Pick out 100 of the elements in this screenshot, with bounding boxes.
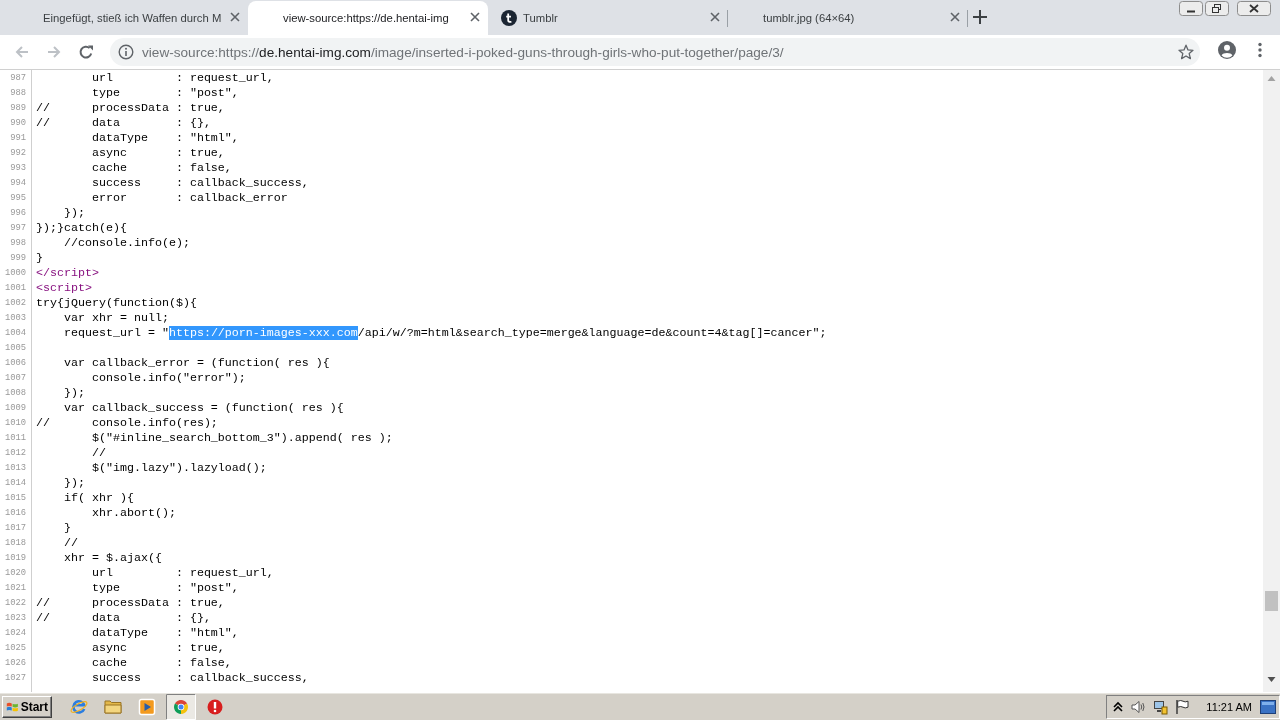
- line-number: 1011: [3, 432, 27, 445]
- code-line: success : callback_success,: [90, 176, 309, 191]
- vertical-scrollbar[interactable]: [1263, 70, 1280, 692]
- flag-icon[interactable]: [1174, 698, 1191, 715]
- line-number: 1026: [3, 657, 27, 670]
- star-icon[interactable]: [1178, 44, 1194, 60]
- code-line: xhr.abort();: [90, 506, 176, 521]
- code-line: cache : false,: [90, 656, 232, 671]
- browser-tab[interactable]: Tumblr: [488, 1, 728, 35]
- close-window-icon[interactable]: [1237, 1, 1271, 16]
- close-icon[interactable]: [470, 12, 480, 22]
- line-number: 1012: [3, 447, 27, 460]
- line-number: 1013: [3, 462, 27, 475]
- code-line: dataType : "html",: [90, 626, 239, 641]
- address-field[interactable]: view-source:https://de.hentai-img.com/image/inserted-i-poked-guns-through-girls-who-put-together/page/3/: [110, 38, 1200, 66]
- menu-icon[interactable]: [1258, 42, 1262, 58]
- line-number: 1019: [3, 552, 27, 565]
- line-number: 1021: [3, 582, 27, 595]
- code-line: type : "post",: [90, 86, 239, 101]
- browser-tab[interactable]: Eingefügt, stieß ich Waffen durch M: [8, 1, 248, 35]
- browser-tab[interactable]: tumblr.jpg (64×64): [728, 1, 968, 35]
- line-number: 1015: [3, 492, 27, 505]
- line-number: 998: [9, 237, 27, 250]
- line-number: 988: [9, 87, 27, 100]
- line-number: 994: [9, 177, 27, 190]
- line-number: 992: [9, 147, 27, 160]
- line-number: 1018: [3, 537, 27, 550]
- clock[interactable]: 11:21 AM: [1206, 700, 1252, 713]
- code-line: });}catch(e){: [35, 221, 127, 236]
- line-number: 1005: [3, 342, 27, 355]
- code-line: // processData : true,: [35, 101, 225, 116]
- line-number: 1008: [3, 387, 27, 400]
- scrollbar-thumb[interactable]: [1265, 591, 1278, 611]
- line-number: 996: [9, 207, 27, 220]
- minimize-window-icon[interactable]: [1179, 1, 1203, 16]
- line-number: 1017: [3, 522, 27, 535]
- line-number: 1014: [3, 477, 27, 490]
- code-line: $("#inline_search_bottom_3").append( res );: [90, 431, 393, 446]
- line-number: 993: [9, 162, 27, 175]
- code-line: type : "post",: [90, 581, 239, 596]
- code-line: var callback_success = (function( res ){: [62, 401, 344, 416]
- new-tab-icon[interactable]: [973, 9, 987, 24]
- code-line: //: [62, 536, 78, 551]
- line-number: 1002: [3, 297, 27, 310]
- close-icon[interactable]: [230, 12, 240, 22]
- code-line: cache : false,: [90, 161, 232, 176]
- show-desktop-icon[interactable]: [1260, 699, 1276, 714]
- line-number: 999: [9, 252, 27, 265]
- code-line: }: [62, 521, 71, 536]
- line-number: 1000: [3, 267, 27, 280]
- code-line: // data : {},: [35, 611, 211, 626]
- line-number: 987: [9, 72, 27, 85]
- code-line: if( xhr ){: [62, 491, 134, 506]
- code-line: async : true,: [90, 641, 225, 656]
- code-line: xhr = $.ajax({: [62, 551, 162, 566]
- code-line: // console.info(res);: [35, 416, 218, 431]
- line-number: 1007: [3, 372, 27, 385]
- restore-window-icon[interactable]: [1205, 1, 1229, 16]
- code-line: url : request_url,: [90, 71, 274, 86]
- line-number: 995: [9, 192, 27, 205]
- monitor-icon[interactable]: [1152, 698, 1169, 715]
- line-number: 1027: [3, 672, 27, 685]
- line-number: 990: [9, 117, 27, 130]
- speaker-icon[interactable]: [1130, 698, 1147, 715]
- line-number: 1022: [3, 597, 27, 610]
- line-number: 1004: [3, 327, 27, 340]
- code-line: });: [62, 206, 85, 221]
- code-line: success : callback_success,: [90, 671, 309, 686]
- code-line: </script>: [35, 266, 99, 281]
- line-number: 1001: [3, 282, 27, 295]
- code-line: // data : {},: [35, 116, 211, 131]
- account-icon[interactable]: [1218, 41, 1236, 59]
- line-number: 1020: [3, 567, 27, 580]
- code-line: // processData : true,: [35, 596, 225, 611]
- line-number: 991: [9, 132, 27, 145]
- browser-icon[interactable]: [166, 693, 196, 720]
- code-line: request_url = "https://porn-images-xxx.com/api/w/?m=html&search_type=merge&language=de&count=4&tag[]=cancer";: [62, 326, 827, 341]
- reload-icon[interactable]: [78, 44, 94, 60]
- line-number: 1016: [3, 507, 27, 520]
- code-line: <script>: [35, 281, 92, 296]
- line-number: 1009: [3, 402, 27, 415]
- line-number: 1006: [3, 357, 27, 370]
- code-line: url : request_url,: [90, 566, 274, 581]
- line-number: 989: [9, 102, 27, 115]
- close-icon[interactable]: [710, 12, 720, 22]
- line-number: 1025: [3, 642, 27, 655]
- caret-up-icon[interactable]: [1112, 699, 1125, 714]
- browser-tab[interactable]: view-source:https://de.hentai-img: [248, 1, 488, 35]
- line-number: 1024: [3, 627, 27, 640]
- line-number: 997: [9, 222, 27, 235]
- start-button[interactable]: Start: [2, 695, 52, 718]
- code-line: async : true,: [90, 146, 225, 161]
- close-icon[interactable]: [950, 12, 960, 22]
- code-line: //: [90, 446, 106, 461]
- code-line: //console.info(e);: [62, 236, 190, 251]
- code-line: console.info("error");: [90, 371, 246, 386]
- code-line: var xhr = null;: [62, 311, 169, 326]
- code-line: var callback_error = (function( res ){: [62, 356, 330, 371]
- code-line: }: [35, 251, 43, 266]
- info-icon[interactable]: [118, 44, 134, 60]
